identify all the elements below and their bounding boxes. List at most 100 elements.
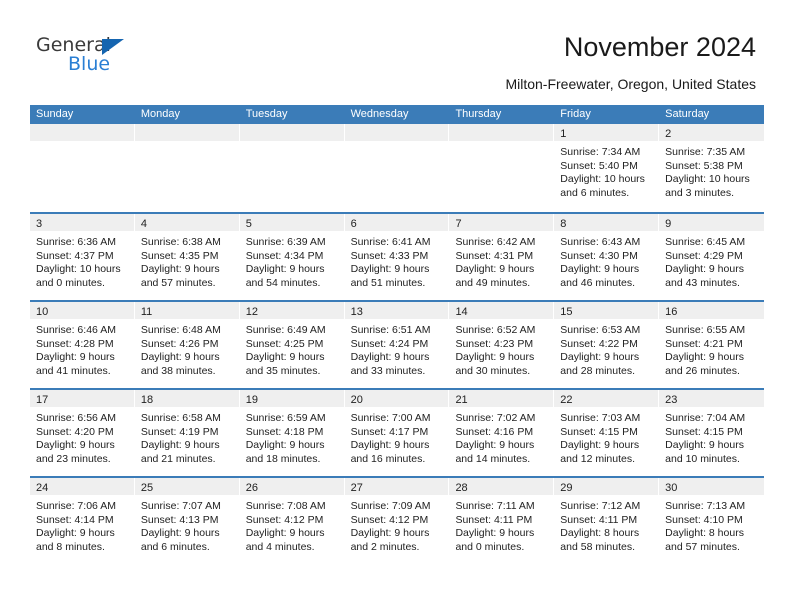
- day-number: 27: [350, 482, 363, 494]
- day-details: Sunrise: 6:59 AM Sunset: 4:18 PM Daylight:…: [240, 407, 345, 466]
- calendar-day-cell[interactable]: 15 Sunrise: 6:53 AM Sunset: 4:22 PM Dayligh…: [554, 302, 660, 388]
- calendar-day-cell[interactable]: 30 Sunrise: 7:13 AM Sunset: 4:10 PM Dayligh…: [659, 478, 765, 564]
- sunrise-time: Sunrise: 6:52 AM: [455, 324, 536, 336]
- day-number-bar: 15: [554, 302, 660, 319]
- daylight-duration-line2: and 28 minutes.: [560, 364, 636, 377]
- calendar-day-cell[interactable]: 19 Sunrise: 6:59 AM Sunset: 4:18 PM Dayligh…: [239, 390, 345, 476]
- daylight-duration-line1: Daylight: 9 hours: [140, 351, 220, 363]
- day-details: Sunrise: 7:03 AM Sunset: 4:15 PM Daylight:…: [554, 407, 659, 466]
- calendar-day-cell[interactable]: 27 Sunrise: 7:09 AM Sunset: 4:12 PM Dayligh…: [344, 478, 450, 564]
- calendar-day-cell[interactable]: 13 Sunrise: 6:51 AM Sunset: 4:24 PM Dayligh…: [344, 302, 450, 388]
- day-number-bar: 20: [344, 390, 450, 407]
- day-details: Sunrise: 6:38 AM Sunset: 4:35 PM Daylight:…: [135, 231, 240, 290]
- day-number-bar: 25: [134, 478, 240, 495]
- sunrise-time: Sunrise: 6:43 AM: [560, 236, 641, 248]
- calendar-day-cell[interactable]: 29 Sunrise: 7:12 AM Sunset: 4:11 PM Dayligh…: [554, 478, 660, 564]
- day-number: 7: [455, 218, 462, 230]
- day-number-bar: 24: [30, 478, 135, 495]
- day-number-bar: 26: [239, 478, 345, 495]
- daylight-duration-line1: Daylight: 9 hours: [560, 263, 640, 275]
- day-number: 15: [560, 306, 573, 318]
- sunset-time: Sunset: 4:25 PM: [245, 337, 324, 350]
- day-details: Sunrise: 6:45 AM Sunset: 4:29 PM Daylight:…: [659, 231, 764, 290]
- calendar-day-cell[interactable]: 9 Sunrise: 6:45 AM Sunset: 4:29 PM Daylight…: [659, 214, 765, 300]
- day-details: Sunrise: 6:49 AM Sunset: 4:25 PM Daylight:…: [240, 319, 345, 378]
- day-details: [240, 141, 345, 146]
- day-details: Sunrise: 7:11 AM Sunset: 4:11 PM Daylight:…: [449, 495, 554, 554]
- calendar-day-cell[interactable]: 20 Sunrise: 7:00 AM Sunset: 4:17 PM Dayligh…: [344, 390, 450, 476]
- sunset-time: Sunset: 4:17 PM: [350, 425, 429, 438]
- daylight-duration-line1: Daylight: 9 hours: [560, 439, 640, 451]
- day-details: Sunrise: 7:07 AM Sunset: 4:13 PM Daylight:…: [135, 495, 240, 554]
- daylight-duration-line2: and 38 minutes.: [140, 364, 216, 377]
- sunset-time: Sunset: 5:40 PM: [560, 159, 638, 172]
- page-header: General Blue November 2024 Milton-Freewa…: [0, 0, 792, 100]
- sunset-time: Sunset: 4:28 PM: [36, 337, 114, 350]
- calendar-day-cell[interactable]: 5 Sunrise: 6:39 AM Sunset: 4:34 PM Daylight…: [239, 214, 345, 300]
- daylight-duration-line2: and 16 minutes.: [350, 452, 426, 465]
- calendar-day-cell[interactable]: 7 Sunrise: 6:42 AM Sunset: 4:31 PM Daylight…: [449, 214, 555, 300]
- day-number: 24: [36, 482, 49, 494]
- day-number-bar: 22: [554, 390, 660, 407]
- calendar-day-cell[interactable]: 26 Sunrise: 7:08 AM Sunset: 4:12 PM Dayligh…: [239, 478, 345, 564]
- daylight-duration-line1: Daylight: 9 hours: [245, 351, 325, 363]
- day-details: [30, 141, 135, 146]
- day-number-bar: 11: [134, 302, 240, 319]
- calendar-day-cell[interactable]: 23 Sunrise: 7:04 AM Sunset: 4:15 PM Dayligh…: [659, 390, 765, 476]
- day-number: 1: [560, 128, 567, 140]
- calendar-weeks: 1 Sunrise: 7:34 AM Sunset: 5:40 PM Daylight…: [30, 124, 765, 564]
- day-number: 29: [560, 482, 573, 494]
- calendar-day-cell[interactable]: 12 Sunrise: 6:49 AM Sunset: 4:25 PM Dayligh…: [239, 302, 345, 388]
- sunset-time: Sunset: 4:31 PM: [455, 249, 534, 262]
- calendar-empty-cell: [449, 124, 555, 212]
- sunset-time: Sunset: 4:11 PM: [560, 513, 638, 526]
- calendar-day-cell[interactable]: 25 Sunrise: 7:07 AM Sunset: 4:13 PM Dayligh…: [134, 478, 240, 564]
- sunset-time: Sunset: 4:23 PM: [455, 337, 534, 350]
- calendar-day-cell[interactable]: 16 Sunrise: 6:55 AM Sunset: 4:21 PM Dayligh…: [659, 302, 765, 388]
- day-details: Sunrise: 6:36 AM Sunset: 4:37 PM Daylight:…: [30, 231, 135, 290]
- calendar-day-cell[interactable]: 2 Sunrise: 7:35 AM Sunset: 5:38 PM Daylight…: [659, 124, 765, 212]
- calendar-day-cell[interactable]: 14 Sunrise: 6:52 AM Sunset: 4:23 PM Dayligh…: [449, 302, 555, 388]
- day-number: 2: [665, 128, 672, 140]
- calendar-day-cell[interactable]: 1 Sunrise: 7:34 AM Sunset: 5:40 PM Daylight…: [554, 124, 660, 212]
- weekday-header-thursday: Thursday: [455, 108, 502, 120]
- calendar-day-cell[interactable]: 21 Sunrise: 7:02 AM Sunset: 4:16 PM Dayligh…: [449, 390, 555, 476]
- calendar-day-cell[interactable]: 6 Sunrise: 6:41 AM Sunset: 4:33 PM Daylight…: [344, 214, 450, 300]
- calendar-day-cell[interactable]: 10 Sunrise: 6:46 AM Sunset: 4:28 PM Dayligh…: [30, 302, 135, 388]
- calendar-day-cell[interactable]: 17 Sunrise: 6:56 AM Sunset: 4:20 PM Dayligh…: [30, 390, 135, 476]
- day-number-bar: 1: [554, 124, 660, 141]
- calendar-week-row: 24 Sunrise: 7:06 AM Sunset: 4:14 PM Dayligh…: [30, 476, 765, 564]
- daylight-duration-line2: and 6 minutes.: [560, 186, 630, 199]
- day-details: Sunrise: 7:04 AM Sunset: 4:15 PM Daylight:…: [659, 407, 764, 466]
- day-number-bar: 5: [239, 214, 345, 231]
- daylight-duration-line2: and 6 minutes.: [140, 540, 210, 553]
- calendar-day-cell[interactable]: 8 Sunrise: 6:43 AM Sunset: 4:30 PM Daylight…: [554, 214, 660, 300]
- calendar-day-cell[interactable]: 3 Sunrise: 6:36 AM Sunset: 4:37 PM Daylight…: [30, 214, 135, 300]
- sunrise-time: Sunrise: 7:00 AM: [350, 412, 431, 424]
- daylight-duration-line2: and 35 minutes.: [245, 364, 321, 377]
- sunrise-time: Sunrise: 6:41 AM: [350, 236, 431, 248]
- sunrise-time: Sunrise: 6:49 AM: [245, 324, 326, 336]
- calendar-day-cell[interactable]: 22 Sunrise: 7:03 AM Sunset: 4:15 PM Dayligh…: [554, 390, 660, 476]
- calendar-empty-cell: [30, 124, 135, 212]
- sunrise-time: Sunrise: 6:36 AM: [36, 236, 116, 248]
- calendar-day-cell[interactable]: 11 Sunrise: 6:48 AM Sunset: 4:26 PM Dayligh…: [134, 302, 240, 388]
- logo-general-blue[interactable]: General Blue: [36, 36, 156, 84]
- calendar-grid: Sunday Monday Tuesday Wednesday Thursday…: [30, 105, 765, 564]
- daylight-duration-line1: Daylight: 9 hours: [455, 263, 535, 275]
- day-number-bar: 6: [344, 214, 450, 231]
- calendar-day-cell[interactable]: 4 Sunrise: 6:38 AM Sunset: 4:35 PM Daylight…: [134, 214, 240, 300]
- sunset-time: Sunset: 4:14 PM: [36, 513, 114, 526]
- calendar-day-cell[interactable]: 28 Sunrise: 7:11 AM Sunset: 4:11 PM Dayligh…: [449, 478, 555, 564]
- calendar-day-cell[interactable]: 18 Sunrise: 6:58 AM Sunset: 4:19 PM Dayligh…: [134, 390, 240, 476]
- weekday-header-sunday: Sunday: [36, 108, 74, 120]
- day-number: 11: [140, 306, 153, 318]
- day-details: Sunrise: 7:06 AM Sunset: 4:14 PM Daylight:…: [30, 495, 135, 554]
- day-details: Sunrise: 6:42 AM Sunset: 4:31 PM Daylight:…: [449, 231, 554, 290]
- daylight-duration-line1: Daylight: 9 hours: [140, 527, 220, 539]
- day-number-bar: 10: [30, 302, 135, 319]
- day-details: Sunrise: 7:09 AM Sunset: 4:12 PM Daylight:…: [345, 495, 450, 554]
- daylight-duration-line1: Daylight: 9 hours: [36, 527, 115, 539]
- day-number: 28: [455, 482, 468, 494]
- calendar-day-cell[interactable]: 24 Sunrise: 7:06 AM Sunset: 4:14 PM Dayligh…: [30, 478, 135, 564]
